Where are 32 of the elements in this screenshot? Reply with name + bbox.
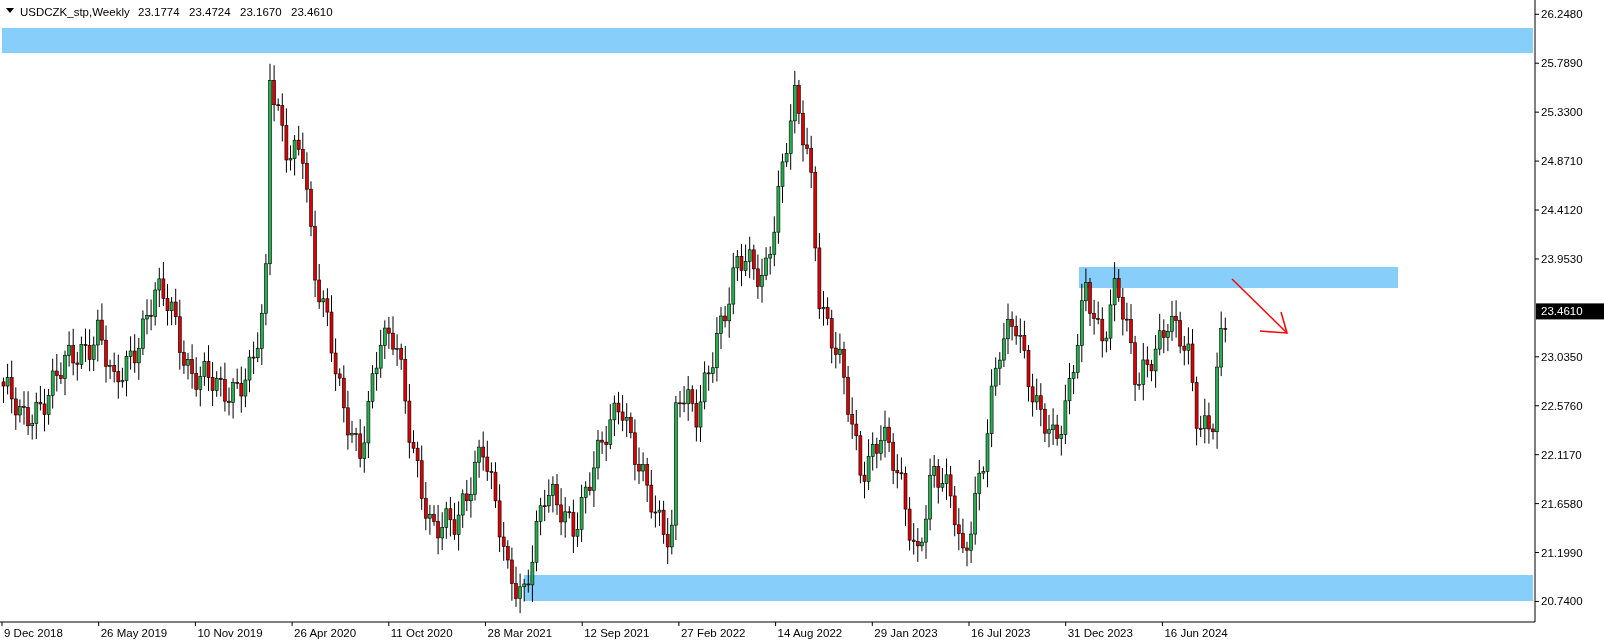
price-label: 26.2480 xyxy=(1541,8,1583,21)
date-label: 12 Sep 2021 xyxy=(584,627,650,639)
price-label: 22.1170 xyxy=(1541,448,1582,461)
price-label: 20.7400 xyxy=(1541,595,1583,608)
symbol-title: USDCZK_stp,Weekly xyxy=(20,6,130,18)
date-label: 26 May 2019 xyxy=(100,627,168,639)
price-label: 23.9530 xyxy=(1541,252,1583,265)
dropdown-triangle-icon[interactable] xyxy=(6,8,14,13)
price-label: 21.6580 xyxy=(1541,497,1583,510)
price-label: 25.7890 xyxy=(1541,57,1583,70)
date-label: 16 Jul 2023 xyxy=(971,627,1031,639)
price-label: 23.0350 xyxy=(1541,350,1583,363)
price-label: 24.8710 xyxy=(1541,155,1583,168)
date-label: 14 Aug 2022 xyxy=(777,627,843,639)
date-label: 27 Feb 2022 xyxy=(680,627,746,639)
price-label: 21.1990 xyxy=(1541,546,1583,559)
ohlc-value: 23.1670 xyxy=(240,6,282,18)
ohlc-value: 23.1774 xyxy=(138,6,180,18)
date-label: 10 Nov 2019 xyxy=(197,627,263,639)
price-label: 22.5760 xyxy=(1541,399,1583,412)
date-label: 9 Dec 2018 xyxy=(4,627,63,639)
date-label: 16 Jun 2024 xyxy=(1164,627,1228,639)
current-price-label: 23.4610 xyxy=(1541,305,1583,318)
ohlc-value: 23.4610 xyxy=(291,6,333,18)
date-label: 28 Mar 2021 xyxy=(487,627,553,639)
price-label: 24.4120 xyxy=(1541,204,1583,216)
date-label: 26 Apr 2020 xyxy=(294,627,357,639)
date-label: 31 Dec 2023 xyxy=(1067,627,1133,639)
date-label: 29 Jan 2023 xyxy=(874,627,938,639)
ohlc-value: 23.4724 xyxy=(189,6,231,18)
date-label: 11 Oct 2020 xyxy=(390,627,453,639)
price-label: 25.3300 xyxy=(1541,106,1583,119)
